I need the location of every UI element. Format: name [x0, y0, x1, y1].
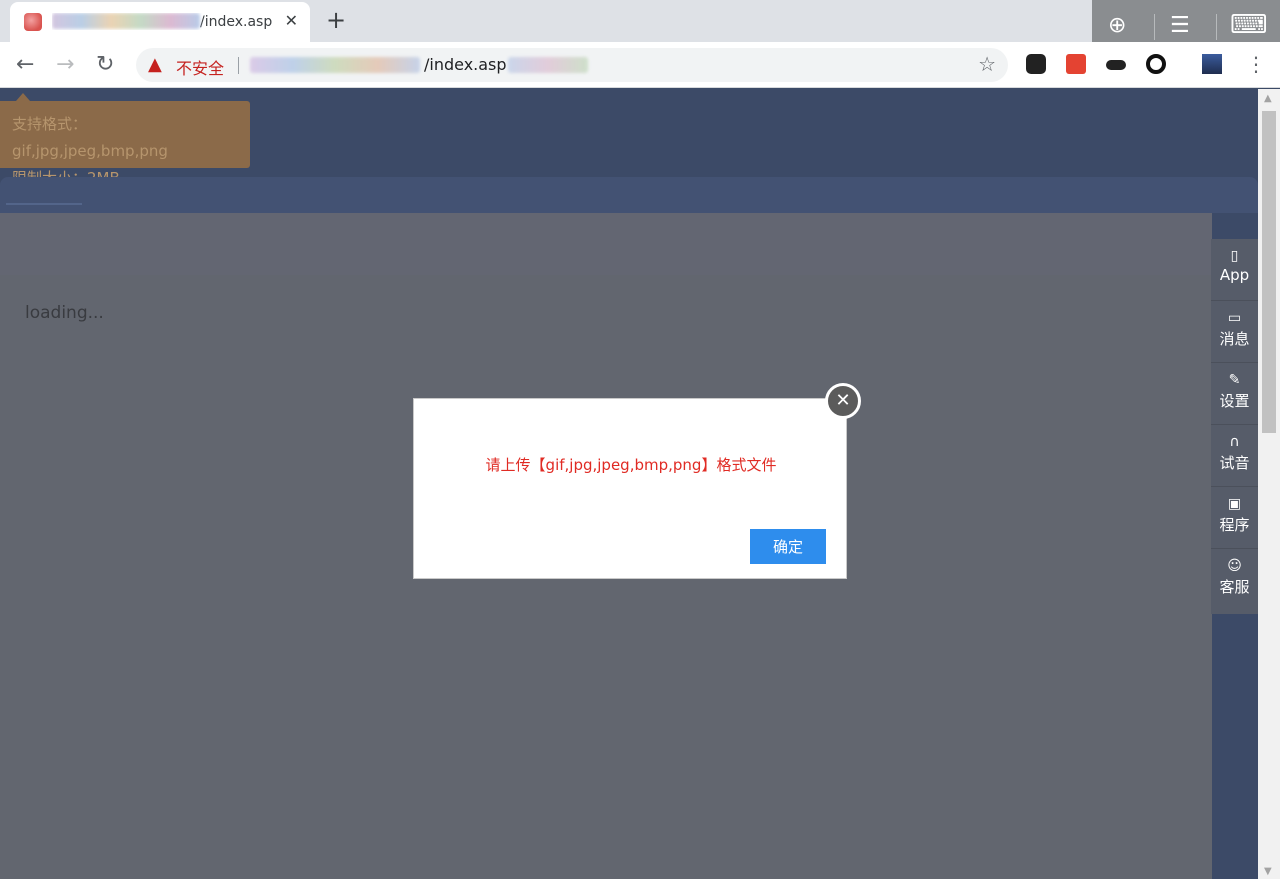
content-header [0, 213, 1212, 275]
headphones-icon: ∩ [1229, 434, 1240, 450]
loading-text: loading... [25, 303, 104, 323]
redacted-query [508, 57, 588, 73]
forward-button[interactable]: → [56, 52, 74, 77]
favicon-icon [24, 13, 42, 31]
panel-header [0, 177, 1258, 213]
warning-icon: ▲ [148, 54, 162, 75]
extension-todoist-icon[interactable] [1066, 54, 1086, 74]
redacted-host [52, 13, 200, 29]
chat-icon: ▭ [1227, 310, 1242, 326]
supported-formats: 支持格式：gif,jpg,jpeg,bmp,png [12, 115, 168, 160]
extension-circle-icon[interactable] [1146, 54, 1166, 74]
bookmark-star-icon[interactable]: ☆ [978, 52, 996, 76]
panel-tab[interactable] [6, 185, 82, 205]
dock-label: App [1219, 266, 1250, 284]
browser-toolbar: ← → ↻ ▲ 不安全 /index.asp ☆ ⋮ [0, 42, 1280, 88]
redacted-host [250, 57, 420, 73]
overlay-divider [1154, 14, 1155, 40]
scroll-down-icon[interactable]: ▼ [1264, 866, 1272, 877]
confirm-button[interactable]: 确定 [750, 529, 826, 564]
reload-button[interactable]: ↻ [96, 52, 114, 77]
zoom-icon[interactable]: ⊕ [1108, 13, 1126, 38]
tab-close-icon[interactable]: ✕ [285, 11, 298, 30]
dock-label: 消息 [1219, 330, 1250, 348]
dock-item-messages[interactable]: ▭ 消息 [1211, 301, 1258, 363]
extension-mask-icon[interactable] [1106, 60, 1126, 70]
agent-icon: ☺ [1227, 558, 1242, 574]
keyboard-icon[interactable]: ⌨ [1230, 10, 1268, 40]
browser-menu-icon[interactable]: ⋮ [1246, 52, 1266, 76]
dock-label: 客服 [1219, 578, 1250, 596]
dock-item-settings[interactable]: ✎ 设置 [1211, 363, 1258, 425]
dock-item-program[interactable]: ▣ 程序 [1211, 487, 1258, 549]
page-scrollbar[interactable]: ▲ ▼ [1258, 89, 1280, 879]
url-path: /index.asp [424, 55, 507, 74]
menu-icon[interactable]: ☰ [1170, 13, 1190, 38]
dock-item-app[interactable]: ▯ App [1211, 239, 1258, 301]
tab-title-path: /index.asp [200, 14, 273, 30]
dock-item-audio-test[interactable]: ∩ 试音 [1211, 425, 1258, 487]
dock-label: 设置 [1219, 392, 1250, 410]
overlay-divider [1216, 14, 1217, 40]
dialog-message: 请上传【gif,jpg,jpeg,bmp,png】格式文件 [485, 456, 777, 474]
extension-avatar-icon[interactable] [1202, 54, 1222, 74]
wrench-icon: ✎ [1228, 372, 1241, 388]
tab-title: /index.asp [52, 13, 282, 30]
tab-strip: /index.asp ✕ + [0, 0, 1280, 42]
scrollbar-thumb[interactable] [1262, 111, 1276, 433]
omnibox-divider [238, 57, 239, 74]
browser-tab[interactable]: /index.asp ✕ [10, 2, 310, 42]
monitor-icon: ▣ [1227, 496, 1242, 512]
extension-tampermonkey-icon[interactable] [1026, 54, 1046, 74]
new-tab-button[interactable]: + [326, 6, 346, 34]
side-dock: ▯ App ▭ 消息 ✎ 设置 ∩ 试音 ▣ 程序 ☺ 客服 [1211, 239, 1258, 614]
dock-label: 试音 [1219, 454, 1250, 472]
dialog-close-icon[interactable]: ✕ [825, 383, 861, 419]
upload-hint-tooltip: 支持格式：gif,jpg,jpeg,bmp,png 限制大小：2MB [0, 93, 250, 187]
alert-dialog: 请上传【gif,jpg,jpeg,bmp,png】格式文件 确定 ✕ [413, 383, 861, 579]
phone-icon: ▯ [1230, 248, 1239, 264]
security-status[interactable]: 不安全 [176, 55, 224, 79]
scroll-up-icon[interactable]: ▲ [1264, 93, 1272, 104]
dock-label: 程序 [1219, 516, 1250, 534]
back-button[interactable]: ← [16, 52, 34, 77]
dock-item-support[interactable]: ☺ 客服 [1211, 549, 1258, 611]
address-bar[interactable]: ▲ 不安全 /index.asp ☆ [136, 48, 1008, 82]
